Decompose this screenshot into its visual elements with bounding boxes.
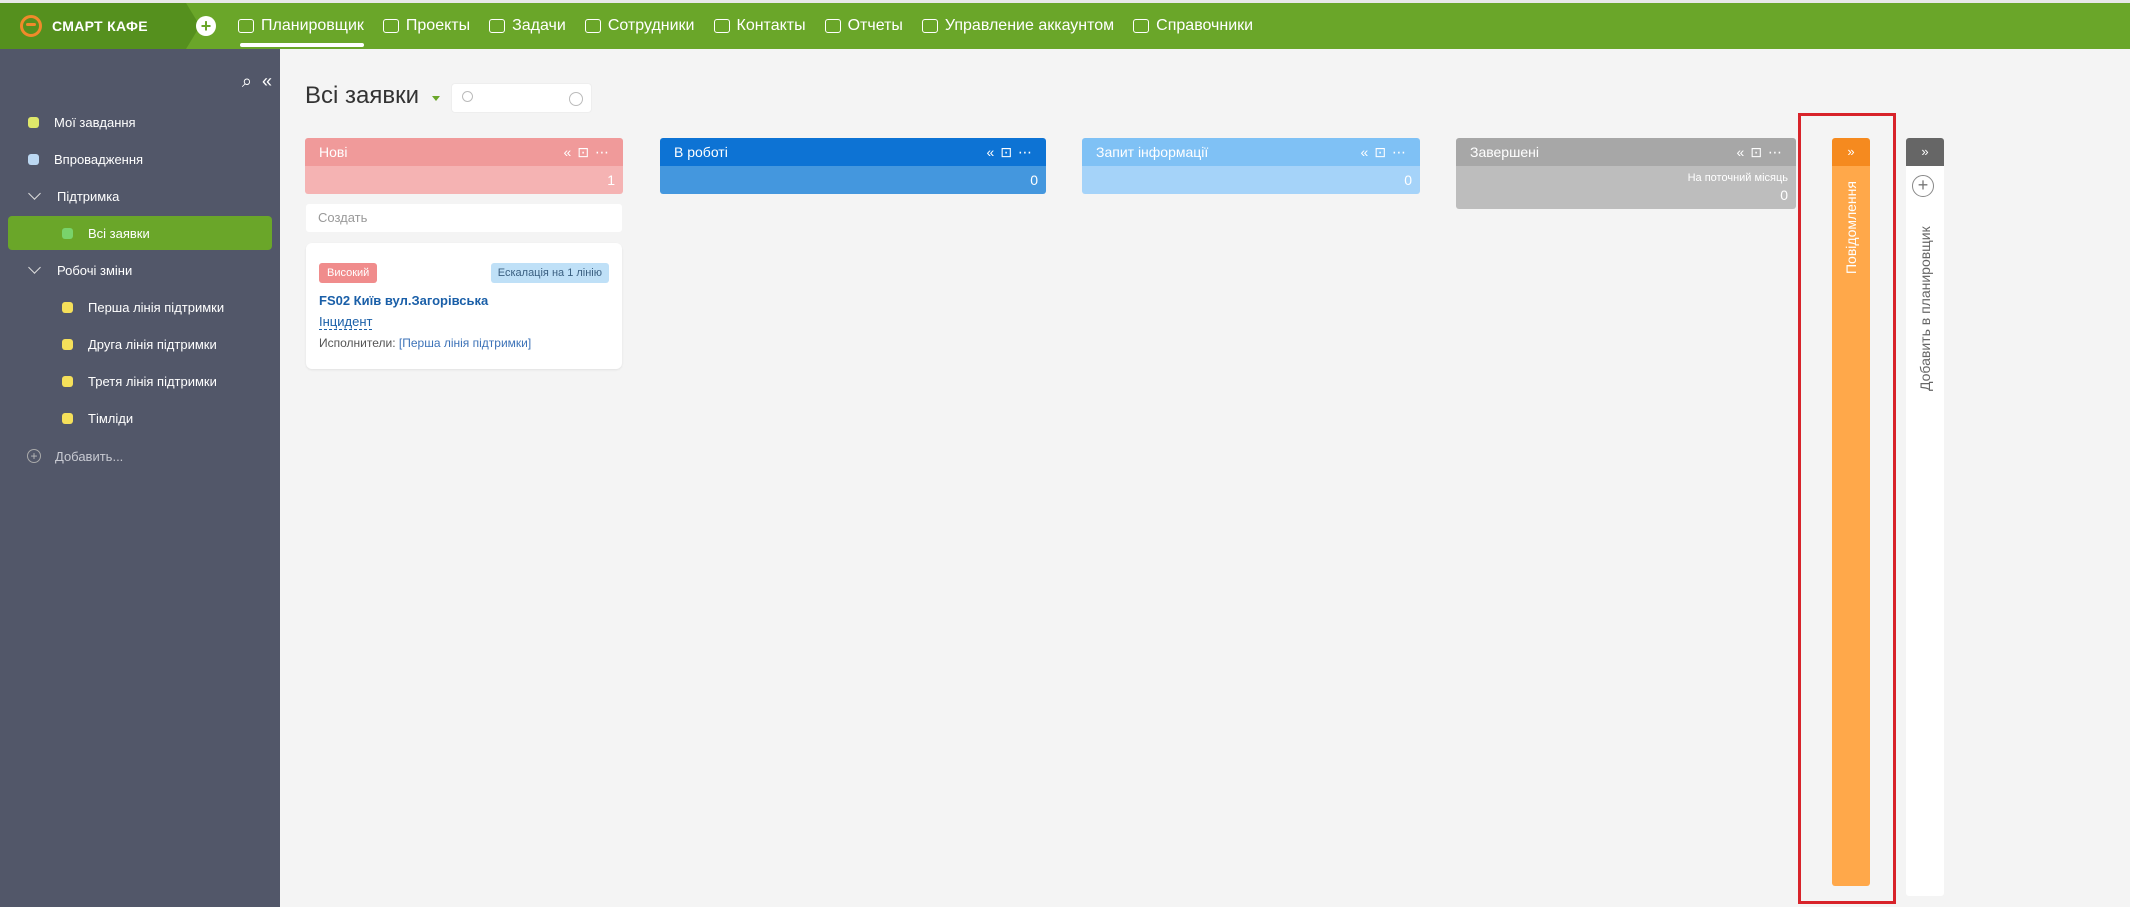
main-nav: Планировщик Проекты Задачи Сотрудники Ко…: [238, 3, 1272, 49]
column-count-new: 1: [305, 166, 623, 194]
nav-directory[interactable]: Справочники: [1133, 3, 1253, 49]
projects-icon: [382, 19, 399, 33]
chevron-down-icon: [28, 261, 41, 274]
task-executors: Исполнители: [Перша лінія підтримки]: [319, 336, 532, 350]
sidebar: ⌕ « Мої завдання Впровадження Підтримка …: [0, 49, 280, 907]
sidebar-group-support[interactable]: Підтримка: [0, 179, 280, 213]
title-dropdown-icon[interactable]: [432, 96, 440, 101]
column-tools-icon[interactable]: «⊡⋯: [563, 138, 615, 166]
sidebar-add[interactable]: + Добавить...: [0, 439, 280, 473]
page-title: Всі заявки: [305, 82, 420, 109]
column-tools-icon[interactable]: «⊡⋯: [1736, 138, 1788, 166]
column-header-in-progress[interactable]: В роботі «⊡⋯: [660, 138, 1046, 166]
expand-notifications-button[interactable]: »: [1832, 138, 1870, 166]
search-icon: [462, 91, 473, 102]
column-header-new[interactable]: Нові «⊡⋯: [305, 138, 623, 166]
column-count-in-progress: 0: [660, 166, 1046, 194]
add-to-planner-label: Добавить в планировщик: [1917, 226, 1933, 391]
column-footer-done: На поточний місяць 0: [1456, 166, 1796, 209]
collapse-sidebar-icon[interactable]: «: [262, 71, 272, 92]
color-square-icon: [62, 338, 73, 350]
task-card[interactable]: Високий Ескалація на 1 лінію FS02 Київ в…: [306, 243, 622, 369]
add-circle-icon[interactable]: +: [1912, 175, 1934, 197]
brand-logo[interactable]: СМАРТ КАФЕ: [0, 3, 200, 49]
expand-add-column-button[interactable]: »: [1906, 138, 1944, 166]
nav-account[interactable]: Управление аккаунтом: [921, 3, 1114, 49]
executor-link[interactable]: [Перша лінія підтримки]: [399, 336, 531, 350]
column-header-info-request[interactable]: Запит інформації «⊡⋯: [1082, 138, 1420, 166]
search-input[interactable]: [451, 83, 592, 113]
nav-projects[interactable]: Проекты: [382, 3, 470, 49]
add-to-planner-column[interactable]: Добавить в планировщик: [1906, 166, 1944, 896]
top-bar: СМАРТ КАФЕ + Планировщик Проекты Задачи …: [0, 0, 2130, 49]
sidebar-item-implementation[interactable]: Впровадження: [0, 142, 280, 176]
task-title-link[interactable]: FS02 Київ вул.Загорівська: [319, 293, 488, 308]
planner-icon: [238, 19, 254, 33]
column-header-done[interactable]: Завершені «⊡⋯: [1456, 138, 1796, 166]
color-square-icon: [62, 375, 73, 387]
task-type-link[interactable]: Інцидент: [319, 314, 373, 330]
sidebar-item-all-requests[interactable]: Всі заявки: [8, 216, 272, 250]
sidebar-item-my-tasks[interactable]: Мої завдання: [0, 105, 280, 139]
escalation-badge: Ескалація на 1 лінію: [490, 263, 609, 283]
priority-badge: Високий: [319, 263, 378, 283]
brand-logo-icon: [20, 15, 42, 37]
notifications-column-collapsed[interactable]: Повідомлення: [1832, 166, 1870, 886]
reports-icon: [824, 19, 841, 33]
filter-icon[interactable]: [569, 92, 583, 106]
nav-tasks[interactable]: Задачи: [489, 3, 566, 49]
people-icon: [584, 19, 601, 33]
nav-people[interactable]: Сотрудники: [584, 3, 695, 49]
color-square-icon: [62, 301, 73, 313]
color-square-icon: [62, 227, 73, 239]
account-icon: [921, 19, 938, 33]
color-square-icon: [28, 153, 39, 165]
color-square-icon: [28, 116, 39, 128]
sidebar-group-shifts[interactable]: Робочі зміни: [0, 253, 280, 287]
nav-planner[interactable]: Планировщик: [238, 3, 364, 49]
sidebar-item-first-line[interactable]: Перша лінія підтримки: [0, 290, 280, 324]
chevron-down-icon: [28, 187, 41, 200]
create-task-input[interactable]: Создать: [306, 204, 622, 232]
sidebar-item-second-line[interactable]: Друга лінія підтримки: [0, 327, 280, 361]
tasks-icon: [489, 19, 506, 33]
sidebar-tools: ⌕ «: [242, 71, 272, 92]
quick-add-button[interactable]: +: [196, 16, 216, 36]
sidebar-item-third-line[interactable]: Третя лінія підтримки: [0, 364, 280, 398]
color-square-icon: [62, 412, 73, 424]
column-count-info-request: 0: [1082, 166, 1420, 194]
column-count-done: 0: [1780, 187, 1788, 203]
column-tools-icon[interactable]: «⊡⋯: [1360, 138, 1412, 166]
sidebar-item-teamleads[interactable]: Тімліди: [0, 401, 280, 435]
brand-name: СМАРТ КАФЕ: [52, 18, 148, 34]
period-label: На поточний місяць: [1687, 172, 1788, 184]
nav-contacts[interactable]: Контакты: [713, 3, 806, 49]
nav-reports[interactable]: Отчеты: [824, 3, 903, 49]
directory-icon: [1133, 19, 1150, 33]
search-icon[interactable]: ⌕: [242, 71, 252, 92]
notifications-label: Повідомлення: [1843, 181, 1859, 274]
add-circle-icon: +: [27, 449, 41, 463]
contacts-icon: [713, 19, 730, 33]
column-tools-icon[interactable]: «⊡⋯: [986, 138, 1038, 166]
